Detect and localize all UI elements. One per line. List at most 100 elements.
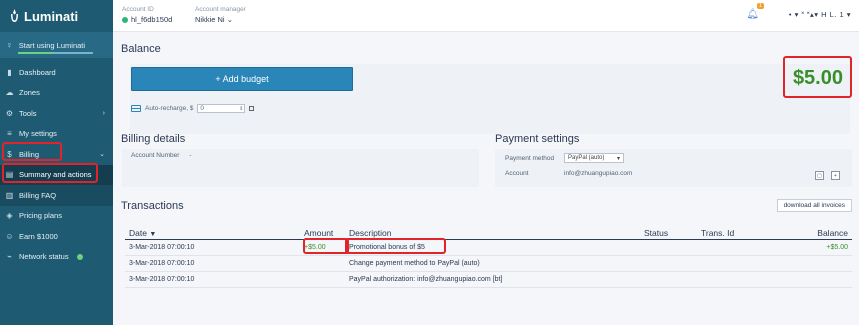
lightbulb-icon: ♀ — [6, 40, 13, 50]
main-content: Balance + Add budget Auto-recharge, $ 0 … — [113, 32, 859, 325]
sidebar-item-label: Network status — [19, 252, 69, 262]
cell-date: 3-Mar-2018 07:00:10 — [125, 239, 300, 256]
gear-icon: ⚙ — [5, 108, 14, 118]
sidebar-item-label: Billing FAQ — [19, 190, 57, 200]
annotation-highlight-description — [345, 238, 446, 254]
auto-recharge-row: Auto-recharge, $ 0 ⇕ — [131, 104, 255, 113]
sliders-icon: ≡ — [7, 129, 12, 139]
sidebar-item-billing-faq[interactable]: ▥ Billing FAQ — [0, 185, 113, 206]
bell-icon[interactable]: 🔔︎ — [746, 9, 759, 20]
table-row: 3-Mar-2018 07:00:10 PayPal authorization… — [125, 271, 852, 288]
table-row: 3-Mar-2018 07:00:10 +$5.00 Promotional b… — [125, 239, 852, 256]
column-header-trans-id[interactable]: Trans. Id — [697, 227, 792, 240]
cell-date: 3-Mar-2018 07:00:10 — [125, 255, 300, 272]
edit-payment-icon[interactable]: ▢ — [815, 171, 824, 180]
cell-status — [640, 255, 697, 272]
cell-amount — [300, 271, 345, 288]
annotation-highlight-summary — [2, 163, 98, 183]
account-manager-name: Nikkie Ni — [195, 15, 225, 24]
auto-recharge-input[interactable]: 0 ⇕ — [197, 104, 246, 113]
cell-date: 3-Mar-2018 07:00:10 — [125, 271, 300, 288]
account-number-value: - — [189, 152, 192, 159]
annotation-highlight-amount — [303, 238, 349, 254]
payment-settings-title: Payment settings — [495, 133, 580, 145]
credit-card-icon — [131, 105, 141, 112]
cloud-icon: ☁ — [5, 88, 14, 98]
download-all-invoices-button[interactable]: download all invoices — [776, 199, 852, 212]
status-ok-dot — [76, 253, 83, 260]
auto-recharge-checkbox[interactable] — [249, 106, 255, 111]
payment-account-label: Account — [505, 170, 529, 177]
account-manager-value: Nikkie Ni ⌄ — [195, 15, 246, 24]
sidebar-item-label: My settings — [19, 129, 57, 139]
chevron-down-icon: ▾ — [616, 155, 620, 162]
notification-badge: 1 — [756, 3, 764, 9]
bar-chart-icon: ▮ — [7, 67, 12, 77]
sidebar-item-label: Tools — [19, 108, 37, 118]
book-icon: ▥ — [5, 190, 14, 200]
start-using-item[interactable]: ♀ Start using Luminati — [0, 32, 113, 58]
start-using-label: Start using Luminati — [18, 40, 86, 50]
transactions-title: Transactions — [121, 200, 184, 212]
chevron-down-icon: ⌄ — [226, 15, 233, 24]
table-header-row: Date ▼ Amount Description Status Trans. … — [125, 227, 852, 240]
cell-description: PayPal authorization: info@zhuangupiao.c… — [345, 271, 640, 288]
account-number-label: Account Number — [131, 152, 180, 159]
onboarding-progress-bar — [18, 52, 93, 54]
account-manager-block[interactable]: Account manager Nikkie Ni ⌄ — [195, 6, 246, 24]
user-menu[interactable]: • ▾ ˟ ˟▴▾ H L. 1 ▾ — [789, 10, 851, 19]
column-header-status[interactable]: Status — [640, 227, 697, 240]
table-row: 3-Mar-2018 07:00:10 Change payment metho… — [125, 255, 852, 272]
sort-desc-icon[interactable]: ▼ — [149, 231, 156, 238]
tag-icon: ◈ — [6, 211, 13, 221]
sidebar-item-label: Pricing plans — [19, 211, 62, 221]
cell-balance: +$5.00 — [792, 239, 852, 256]
chevron-down-icon: ⌄ — [99, 151, 105, 159]
logo[interactable]: Luminati — [0, 0, 113, 32]
balance-title: Balance — [121, 43, 161, 55]
sidebar-item-my-settings[interactable]: ≡ My settings — [0, 124, 113, 145]
cell-status — [640, 271, 697, 288]
sidebar-item-label: Earn $1000 — [19, 231, 58, 241]
payment-method-label: Payment method — [505, 154, 555, 162]
account-status-dot — [122, 16, 128, 23]
cell-amount — [300, 255, 345, 272]
cell-trans-id — [697, 255, 792, 272]
signal-icon: ⌁ — [7, 252, 12, 262]
sidebar-item-earn[interactable]: ☺ Earn $1000 — [0, 226, 113, 247]
add-payment-icon[interactable]: + — [831, 171, 840, 180]
stepper-arrows-icon[interactable]: ⇕ — [239, 106, 244, 112]
sidebar-item-tools[interactable]: ⚙ Tools › — [0, 103, 113, 124]
transactions-table: Date ▼ Amount Description Status Trans. … — [125, 227, 852, 288]
sidebar-item-label: Dashboard — [19, 67, 56, 77]
add-budget-button[interactable]: + Add budget — [131, 67, 353, 91]
annotation-highlight-balance — [783, 56, 852, 98]
app-name: Luminati — [24, 8, 79, 24]
annotation-highlight-billing — [2, 142, 62, 161]
chevron-right-icon: › — [102, 109, 105, 117]
payment-account-row: Account info@zhuangupiao.com — [505, 170, 632, 177]
cell-balance — [792, 255, 852, 272]
luminati-logo-icon — [11, 9, 18, 22]
people-icon: ☺ — [5, 231, 14, 241]
account-id-label: Account ID — [122, 6, 154, 13]
cell-balance — [792, 271, 852, 288]
sidebar-item-network-status[interactable]: ⌁ Network status — [0, 247, 113, 268]
account-manager-label: Account manager — [195, 6, 246, 13]
sidebar-item-dashboard[interactable]: ▮ Dashboard — [0, 62, 113, 83]
cell-status — [640, 239, 697, 256]
account-id-block: Account ID hl_f6db150d — [122, 6, 172, 24]
cell-description: Change payment method to PayPal (auto) — [345, 255, 640, 272]
payment-method-value: PayPal (auto) — [568, 155, 605, 161]
sidebar-item-zones[interactable]: ☁ Zones — [0, 83, 113, 104]
column-header-balance[interactable]: Balance — [792, 227, 852, 240]
cell-trans-id — [697, 271, 792, 288]
auto-recharge-label: Auto-recharge, $ — [145, 105, 194, 112]
account-id-row: hl_f6db150d — [122, 15, 172, 24]
column-header-date[interactable]: Date ▼ — [125, 227, 300, 240]
account-number-row: Account Number - — [131, 152, 192, 159]
payment-method-select[interactable]: PayPal (auto) ▾ — [564, 153, 624, 163]
column-label: Date — [129, 227, 147, 238]
sidebar-item-pricing-plans[interactable]: ◈ Pricing plans — [0, 206, 113, 227]
billing-details-title: Billing details — [121, 133, 186, 145]
